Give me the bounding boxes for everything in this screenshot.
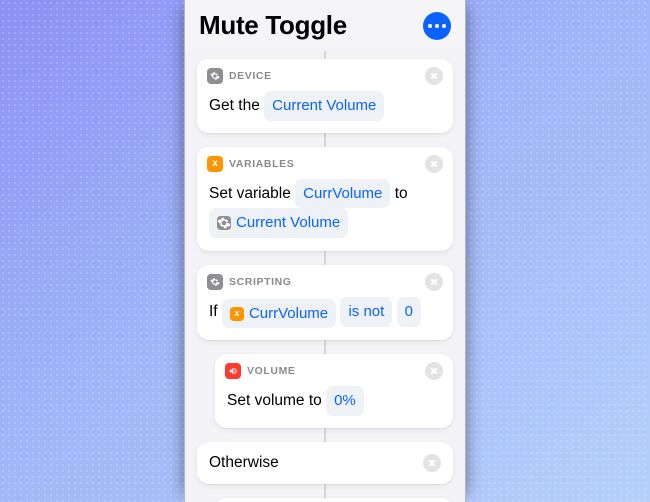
token-condition-value[interactable]: 0 <box>397 297 421 327</box>
delete-action-icon[interactable] <box>425 362 443 380</box>
action-text: Otherwise <box>209 454 279 472</box>
sound-icon <box>225 363 241 379</box>
action-category: VOLUME <box>247 365 296 377</box>
action-set-volume[interactable]: VOLUME Set volume to 50% <box>215 498 453 502</box>
token-current-volume[interactable]: Current Volume <box>264 91 384 121</box>
action-get-volume[interactable]: DEVICE Get the Current Volume <box>197 59 453 133</box>
delete-action-icon[interactable] <box>425 155 443 173</box>
variable-icon: x <box>207 156 223 172</box>
action-category: DEVICE <box>229 70 272 82</box>
variable-icon: x <box>230 307 244 321</box>
token-variable-value[interactable]: Current Volume <box>209 208 348 238</box>
token-condition-operator[interactable]: is not <box>340 297 392 327</box>
action-set-variable[interactable]: x VARIABLES Set variable CurrVolume to C… <box>197 147 453 252</box>
delete-action-icon[interactable] <box>425 273 443 291</box>
action-category: SCRIPTING <box>229 276 292 288</box>
token-variable-name[interactable]: CurrVolume <box>295 179 390 209</box>
action-text: to <box>395 185 408 202</box>
action-text: Set volume to <box>227 392 322 409</box>
shortcut-title: Mute Toggle <box>199 10 347 41</box>
action-canvas[interactable]: DEVICE Get the Current Volume x VARIABLE… <box>185 51 465 502</box>
delete-action-icon[interactable] <box>423 454 441 472</box>
gear-icon <box>207 274 223 290</box>
action-category: VARIABLES <box>229 158 294 170</box>
gear-icon <box>217 216 231 230</box>
action-text: If <box>209 303 218 320</box>
action-if[interactable]: SCRIPTING If x CurrVolume is not 0 <box>197 265 453 340</box>
action-set-volume[interactable]: VOLUME Set volume to 0% <box>215 354 453 428</box>
action-otherwise[interactable]: Otherwise <box>197 442 453 484</box>
action-text: Get the <box>209 97 260 114</box>
action-text: Set variable <box>209 185 291 202</box>
shortcut-editor: Mute Toggle DEVICE Get the Current Volum… <box>184 0 466 502</box>
titlebar: Mute Toggle <box>185 0 465 51</box>
gear-icon <box>207 68 223 84</box>
delete-action-icon[interactable] <box>425 67 443 85</box>
token-volume-value[interactable]: 0% <box>326 386 364 416</box>
token-condition-variable[interactable]: x CurrVolume <box>222 299 336 329</box>
more-button[interactable] <box>423 12 451 40</box>
